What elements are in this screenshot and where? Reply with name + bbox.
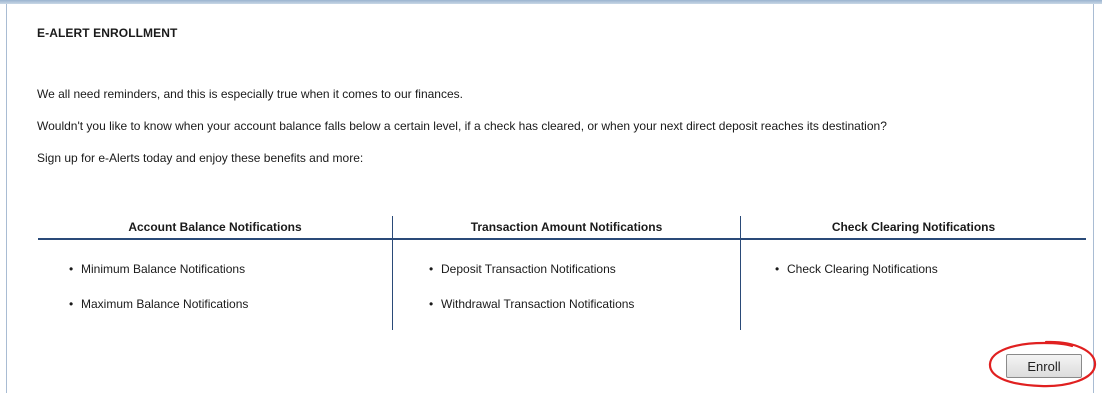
list-item-label: Maximum Balance Notifications [81, 297, 249, 311]
bullet-icon: • [775, 262, 780, 276]
bullet-icon: • [69, 297, 74, 311]
e-alert-panel: E-ALERT ENROLLMENT We all need reminders… [6, 4, 1094, 393]
column-divider-2 [740, 216, 741, 330]
list-item-label: Withdrawal Transaction Notifications [441, 297, 635, 311]
list-item: • Check Clearing Notifications [775, 262, 938, 276]
bullet-icon: • [429, 297, 434, 311]
intro-paragraph-3: Sign up for e-Alerts today and enjoy the… [37, 151, 364, 165]
column-heading-check-clearing: Check Clearing Notifications [831, 220, 996, 234]
bullet-icon: • [69, 262, 74, 276]
enroll-button[interactable]: Enroll [1006, 354, 1082, 378]
list-item-label: Deposit Transaction Notifications [441, 262, 616, 276]
list-item: • Maximum Balance Notifications [69, 297, 248, 311]
list-item-label: Minimum Balance Notifications [81, 262, 246, 276]
list-item: • Deposit Transaction Notifications [429, 262, 616, 276]
column-divider-1 [392, 216, 393, 330]
page-title: E-ALERT ENROLLMENT [37, 26, 178, 40]
list-item: • Withdrawal Transaction Notifications [429, 297, 634, 311]
intro-paragraph-2: Wouldn't you like to know when your acco… [37, 119, 887, 133]
header-divider [38, 238, 1086, 240]
intro-paragraph-1: We all need reminders, and this is espec… [37, 87, 463, 101]
column-heading-account-balance: Account Balance Notifications [128, 220, 302, 234]
bullet-icon: • [429, 262, 434, 276]
column-heading-transaction-amount: Transaction Amount Notifications [470, 220, 663, 234]
list-item-label: Check Clearing Notifications [787, 262, 938, 276]
list-item: • Minimum Balance Notifications [69, 262, 245, 276]
